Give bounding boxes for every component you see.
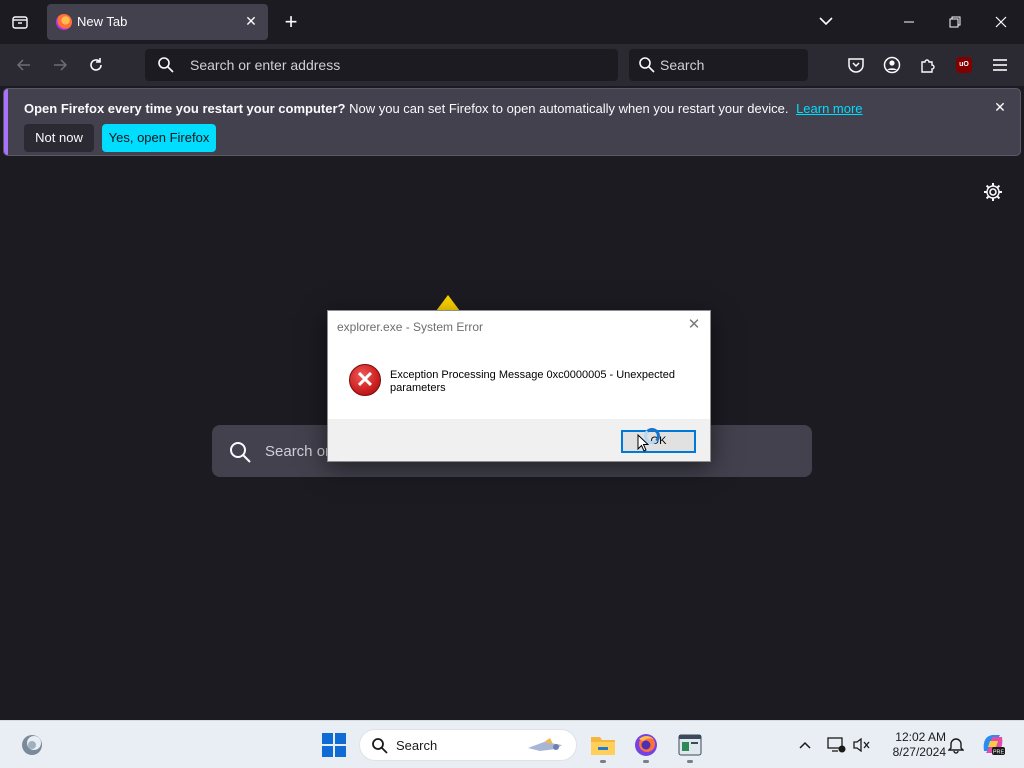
running-indicator: [687, 760, 693, 763]
system-clock[interactable]: 12:02 AM 8/27/2024: [882, 730, 946, 760]
not-now-button[interactable]: Not now: [24, 124, 94, 152]
firefox-icon: [635, 734, 657, 756]
folder-icon: [591, 737, 615, 755]
chevron-up-icon: [799, 741, 811, 749]
account-button[interactable]: [880, 53, 904, 77]
error-icon: ✕: [349, 364, 381, 396]
dialog-body: ✕ Exception Processing Message 0xc000000…: [328, 341, 710, 419]
yes-open-firefox-button[interactable]: Yes, open Firefox: [102, 124, 216, 152]
start-button[interactable]: [322, 733, 346, 757]
taskbar-terminal-app[interactable]: [674, 729, 706, 763]
pocket-button[interactable]: [844, 53, 868, 77]
volume-muted-icon: [853, 737, 870, 753]
search-bar-placeholder: Search: [660, 57, 705, 73]
running-indicator: [600, 760, 606, 763]
arrow-right-icon: [54, 59, 68, 71]
dialog-close-icon[interactable]: ✕: [686, 317, 702, 333]
list-all-tabs-button[interactable]: [815, 10, 837, 32]
windows-logo-tile: [322, 733, 333, 744]
search-icon: [158, 57, 174, 73]
svg-text:PRE: PRE: [993, 750, 1005, 756]
widgets-icon: [22, 735, 42, 755]
hamburger-menu-icon: [993, 59, 1007, 71]
notifications-button[interactable]: [946, 735, 966, 755]
address-bar-placeholder: Search or enter address: [190, 57, 341, 73]
arrow-left-icon: [16, 59, 30, 71]
new-tab-button[interactable]: +: [279, 8, 303, 36]
restore-button[interactable]: [940, 8, 970, 36]
search-icon: [639, 57, 655, 73]
learn-more-link[interactable]: Learn more: [796, 101, 862, 116]
clock-time: 12:02 AM: [895, 730, 946, 744]
tab-strip: New Tab ✕ +: [0, 0, 1024, 44]
gear-icon: [984, 183, 1002, 201]
close-window-button[interactable]: [986, 8, 1016, 36]
taskbar-search[interactable]: Search: [359, 729, 577, 761]
notification-message: Open Firefox every time you restart your…: [24, 101, 863, 116]
address-bar[interactable]: Search or enter address: [145, 49, 618, 81]
puzzle-icon: [921, 59, 935, 73]
ublock-origin-button[interactable]: uO: [952, 53, 976, 77]
tab-close-icon[interactable]: ✕: [242, 12, 260, 30]
dialog-message: Exception Processing Message 0xc0000005 …: [390, 369, 675, 394]
pocket-icon: [848, 58, 864, 73]
tab-new-tab[interactable]: New Tab ✕: [47, 4, 268, 40]
windows-logo-tile: [335, 733, 346, 744]
close-icon: [995, 16, 1007, 28]
restore-icon: [949, 16, 961, 28]
tab-title: New Tab: [77, 14, 128, 29]
taskbar-firefox[interactable]: [630, 729, 662, 763]
taskbar-search-placeholder: Search: [396, 738, 438, 753]
copilot-button[interactable]: PRE: [980, 731, 1006, 757]
show-hidden-icons-button[interactable]: [795, 735, 815, 755]
running-indicator: [643, 760, 649, 763]
network-status-button[interactable]: [826, 735, 846, 755]
forward-button[interactable]: [46, 51, 74, 79]
notification-text: Now you can set Firefox to open automati…: [349, 101, 789, 116]
clock-date: 8/27/2024: [892, 745, 946, 759]
account-icon: [883, 56, 901, 74]
firefox-view-icon: [12, 16, 28, 29]
minimize-icon: [904, 21, 914, 23]
firefox-favicon-icon: [56, 14, 72, 30]
ublock-origin-icon: uO: [956, 57, 972, 73]
back-button[interactable]: [10, 51, 38, 79]
notification-close-icon[interactable]: ✕: [992, 99, 1008, 115]
extensions-button[interactable]: [916, 53, 940, 77]
minimize-button[interactable]: [894, 8, 924, 36]
firefox-logo-fragment: [436, 295, 460, 311]
default-browser-notification: Open Firefox every time you restart your…: [4, 89, 1020, 155]
widgets-button[interactable]: [20, 733, 44, 757]
search-bar[interactable]: Search: [629, 49, 808, 81]
chevron-down-icon: [819, 17, 833, 26]
mouse-cursor-icon: [637, 434, 649, 452]
taskbar: Search 12:02 AM 8/27/2024 PRE: [0, 720, 1024, 768]
navigation-toolbar: Search or enter address Search uO: [0, 44, 1024, 86]
copilot-icon: PRE: [983, 735, 1005, 756]
network-disconnected-icon: [827, 737, 846, 753]
personalize-new-tab-button[interactable]: [982, 181, 1004, 203]
reload-icon: [90, 58, 102, 71]
new-tab-search-placeholder: Search or: [265, 443, 331, 460]
terminal-app-icon: [678, 734, 702, 756]
dialog-titlebar: explorer.exe - System Error ✕: [328, 311, 710, 341]
bell-icon: [948, 738, 964, 754]
taskbar-file-explorer[interactable]: [587, 729, 619, 763]
search-highlight-illustration-icon: [528, 738, 562, 751]
windows-logo-tile: [322, 746, 333, 757]
reload-button[interactable]: [82, 51, 110, 79]
app-menu-button[interactable]: [988, 53, 1012, 77]
search-icon: [372, 738, 388, 754]
dialog-title: explorer.exe - System Error: [337, 320, 484, 334]
firefox-view-button[interactable]: [6, 8, 34, 36]
search-icon: [230, 442, 251, 463]
notification-bold-text: Open Firefox every time you restart your…: [24, 101, 346, 116]
volume-button[interactable]: [852, 735, 872, 755]
windows-logo-tile: [335, 746, 346, 757]
